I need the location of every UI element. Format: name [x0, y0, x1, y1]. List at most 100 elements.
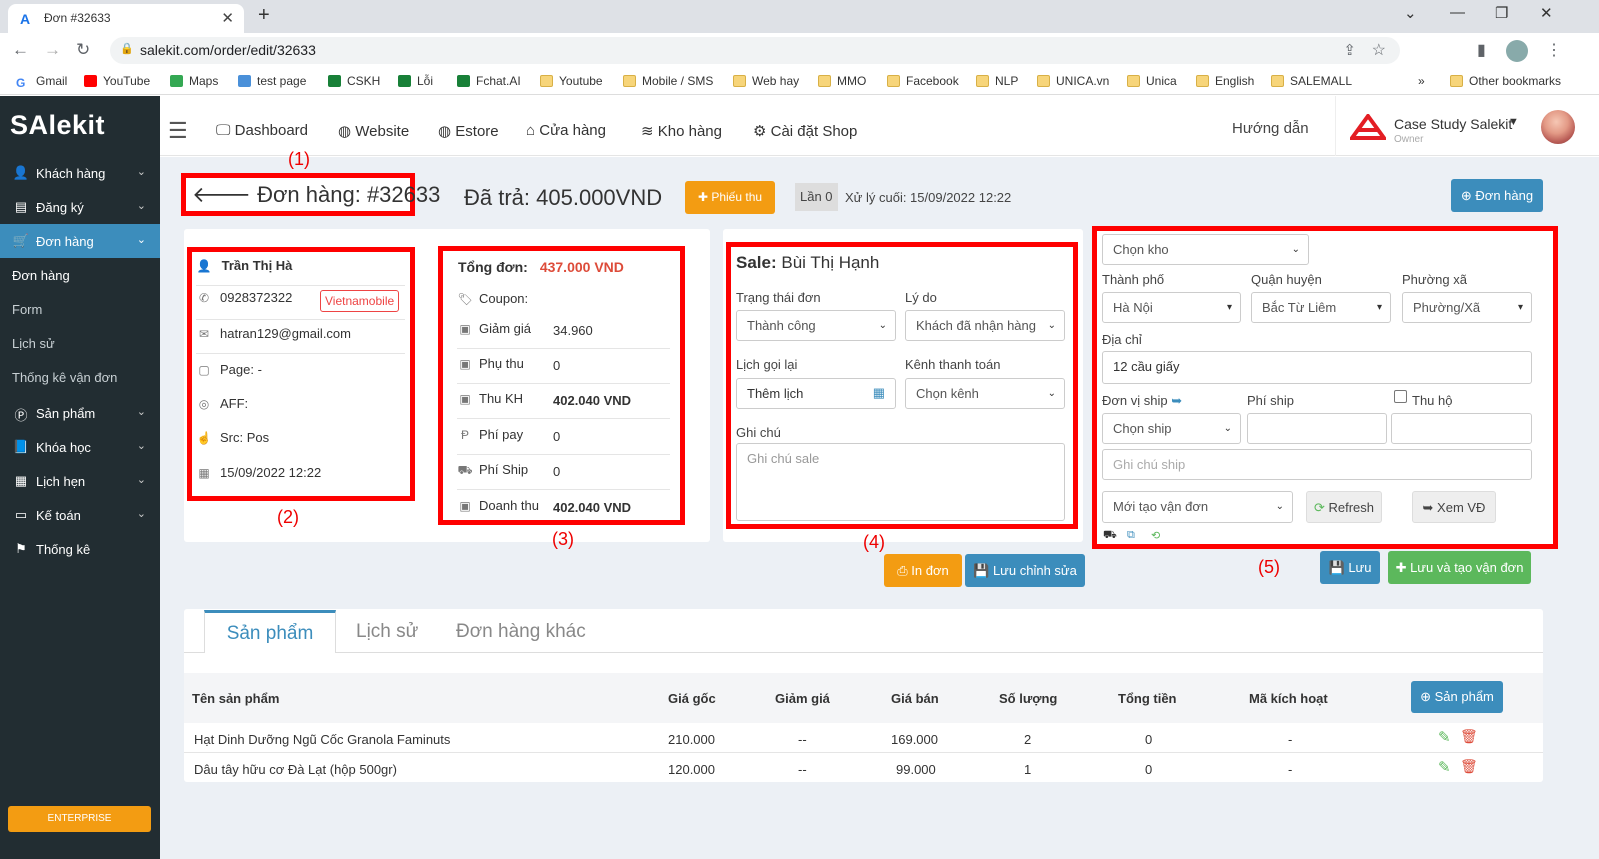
nav-website[interactable]: ◍ Website — [338, 122, 409, 140]
bookmarks-more[interactable]: » — [1418, 74, 1425, 88]
restore-icon[interactable]: ❐ — [1495, 4, 1508, 22]
avatar[interactable] — [1541, 110, 1575, 144]
carrier-select[interactable]: Chọn ship ⌄ — [1102, 413, 1241, 444]
edit-icon[interactable]: ✎ — [1438, 728, 1451, 746]
sidebar-item-accounting[interactable]: ▭ Kế toán ⌄ — [0, 498, 160, 532]
sidebar-item-products[interactable]: Ⓟ Sản phẩm ⌄ — [0, 396, 160, 430]
city-select[interactable]: Hà Nội ▾ — [1102, 292, 1241, 323]
bookmark-folder-youtube[interactable]: Youtube — [540, 74, 603, 88]
save-create-waybill-button[interactable]: ✚ Lưu và tạo vận đơn — [1388, 551, 1531, 584]
reason-select[interactable]: Khách đã nhận hàng ⌄ — [905, 310, 1065, 341]
sidebar-item-orders[interactable]: 🛒 Đơn hàng ⌄ — [0, 224, 160, 258]
copy-icon[interactable]: ⧉ — [1127, 529, 1135, 542]
new-tab-icon[interactable]: + — [258, 4, 270, 27]
bookmark-other[interactable]: Other bookmarks — [1450, 74, 1561, 88]
bookmark-maps[interactable]: Maps — [170, 74, 218, 88]
save-shipping-button[interactable]: 💾 Lưu — [1320, 551, 1380, 584]
sidebar-sub-shipping-stats[interactable]: Thống kê vận đơn — [0, 360, 160, 394]
close-window-icon[interactable]: ✕ — [1540, 4, 1553, 22]
cod-input[interactable] — [1391, 413, 1532, 444]
hamburger-menu-icon[interactable]: ☰ — [168, 118, 188, 144]
close-tab-icon[interactable]: ✕ — [221, 9, 234, 27]
history-icon[interactable]: ⟲ — [1151, 529, 1160, 542]
address-input[interactable]: 12 cầu giấy — [1102, 351, 1532, 384]
edit-icon[interactable]: ✎ — [1438, 758, 1451, 776]
bookmark-folder-webhay[interactable]: Web hay — [733, 74, 799, 88]
sidebar-item-customers[interactable]: 👤 Khách hàng ⌄ — [0, 156, 160, 190]
nav-store[interactable]: ⌂ Cửa hàng — [526, 122, 606, 139]
sidebar-sub-orders[interactable]: Đơn hàng — [0, 258, 160, 292]
bookmark-loi[interactable]: Lỗi — [398, 74, 433, 88]
sidebar-item-courses[interactable]: 📘 Khóa học ⌄ — [0, 430, 160, 464]
order-total-row: Tổng đơn: 437.000 VND — [458, 259, 624, 275]
browser-tab[interactable]: A Đơn #32633 ✕ — [8, 4, 244, 33]
save-changes-button[interactable]: 💾 Lưu chỉnh sửa — [965, 554, 1085, 587]
reload-icon[interactable]: ↻ — [76, 40, 90, 60]
user-menu[interactable]: Case Study Salekit Owner ▼ — [1335, 96, 1599, 156]
sidebar-item-registrations[interactable]: ▤ Đăng ký ⌄ — [0, 190, 160, 224]
share-icon[interactable]: ⇪ — [1343, 41, 1356, 59]
new-order-button[interactable]: ⊕ Đơn hàng — [1451, 179, 1543, 212]
sale-note-textarea[interactable]: Ghi chú sale — [736, 443, 1065, 521]
back-icon[interactable]: ← — [12, 40, 29, 60]
nav-dashboard[interactable]: 🖵 Dashboard — [216, 122, 308, 139]
tab-other-orders[interactable]: Đơn hàng khác — [456, 621, 586, 643]
sidebar-sub-form[interactable]: Form — [0, 292, 160, 326]
globe-icon: ◍ — [338, 123, 356, 140]
ward-select[interactable]: Phường/Xã ▾ — [1402, 292, 1532, 323]
side-panel-icon[interactable]: ▮ — [1477, 40, 1486, 60]
payment-channel-select[interactable]: Chọn kênh ⌄ — [905, 378, 1065, 409]
bookmark-fchat[interactable]: Fchat.AI — [457, 74, 521, 88]
bookmark-folder-salemall[interactable]: SALEMALL — [1271, 74, 1352, 88]
bookmark-youtube[interactable]: YouTube — [84, 74, 150, 88]
ship-fee-input[interactable] — [1247, 413, 1387, 444]
customer-phone[interactable]: 0928372322 — [220, 290, 292, 305]
trash-icon[interactable]: 🗑 — [1460, 758, 1478, 775]
sidebar-sub-history[interactable]: Lịch sử — [0, 326, 160, 360]
bookmark-folder-mmo[interactable]: MMO — [818, 74, 866, 88]
nav-warehouse[interactable]: ≋ Kho hàng — [641, 122, 722, 140]
forward-icon[interactable]: → — [44, 40, 61, 60]
bookmark-test-page[interactable]: test page — [238, 74, 306, 88]
trash-icon[interactable]: 🗑 — [1460, 728, 1478, 745]
bookmark-folder-unica-vn[interactable]: UNICA.vn — [1037, 74, 1109, 88]
caret-down-icon[interactable]: ▼ — [1508, 116, 1519, 128]
warehouse-select[interactable]: Chọn kho ⌄ — [1102, 234, 1309, 265]
bookmark-folder-unica[interactable]: Unica — [1127, 74, 1177, 88]
tab-products[interactable]: Sản phẩm — [204, 610, 336, 653]
guide-link[interactable]: Hướng dẫn — [1232, 120, 1309, 137]
nav-estore[interactable]: ◍ Estore — [438, 122, 499, 140]
district-label: Quận huyện — [1251, 272, 1322, 287]
bookmark-cskh[interactable]: CSKH — [328, 74, 380, 88]
receipt-button[interactable]: ✚ Phiếu thu — [685, 181, 775, 214]
menu-dots-icon[interactable]: ⋮ — [1546, 40, 1562, 60]
enterprise-badge[interactable]: ENTERPRISE — [8, 806, 151, 832]
bookmark-folder-mobile[interactable]: Mobile / SMS — [623, 74, 713, 88]
truck-icon[interactable]: ⛟ — [1103, 529, 1117, 543]
tab-search-icon[interactable]: ⌄ — [1404, 4, 1417, 22]
print-order-button[interactable]: ⎙ In đơn — [884, 554, 962, 587]
view-waybill-button[interactable]: ➥ Xem VĐ — [1412, 491, 1496, 523]
district-select[interactable]: Bắc Từ Liêm ▾ — [1251, 292, 1391, 323]
callback-date-input[interactable]: Thêm lịch ▦ — [736, 378, 896, 409]
add-product-button[interactable]: ⊕ Sản phẩm — [1411, 681, 1503, 713]
nav-shop-settings[interactable]: ⚙ Cài đặt Shop — [753, 122, 857, 140]
bookmark-folder-english[interactable]: English — [1196, 74, 1254, 88]
bookmark-folder-nlp[interactable]: NLP — [976, 74, 1018, 88]
salekit-logo[interactable]: SAlekit — [10, 110, 105, 141]
profile-avatar-icon[interactable] — [1506, 40, 1528, 62]
omnibox[interactable]: 🔒 salekit.com/order/edit/32633 ⇪ ☆ — [110, 37, 1400, 64]
refresh-button[interactable]: ⟳ Refresh — [1306, 491, 1382, 523]
waybill-status-select[interactable]: Mới tạo vận đơn ⌄ — [1102, 491, 1293, 523]
bookmark-gmail[interactable]: G Gmail — [16, 74, 67, 90]
tab-history[interactable]: Lịch sử — [356, 621, 418, 643]
order-status-select[interactable]: Thành công ⌄ — [736, 310, 896, 341]
sidebar-item-statistics[interactable]: ⚑ Thống kê — [0, 532, 160, 566]
ship-note-input[interactable]: Ghi chú ship — [1102, 449, 1532, 480]
order-title[interactable]: 🡐 Đơn hàng: #32633 — [192, 182, 440, 208]
sidebar-item-appointments[interactable]: ▦ Lịch hẹn ⌄ — [0, 464, 160, 498]
cod-checkbox[interactable] — [1394, 390, 1407, 403]
bookmark-folder-facebook[interactable]: Facebook — [887, 74, 959, 88]
star-icon[interactable]: ☆ — [1372, 40, 1386, 60]
minimize-icon[interactable]: — — [1450, 4, 1465, 21]
